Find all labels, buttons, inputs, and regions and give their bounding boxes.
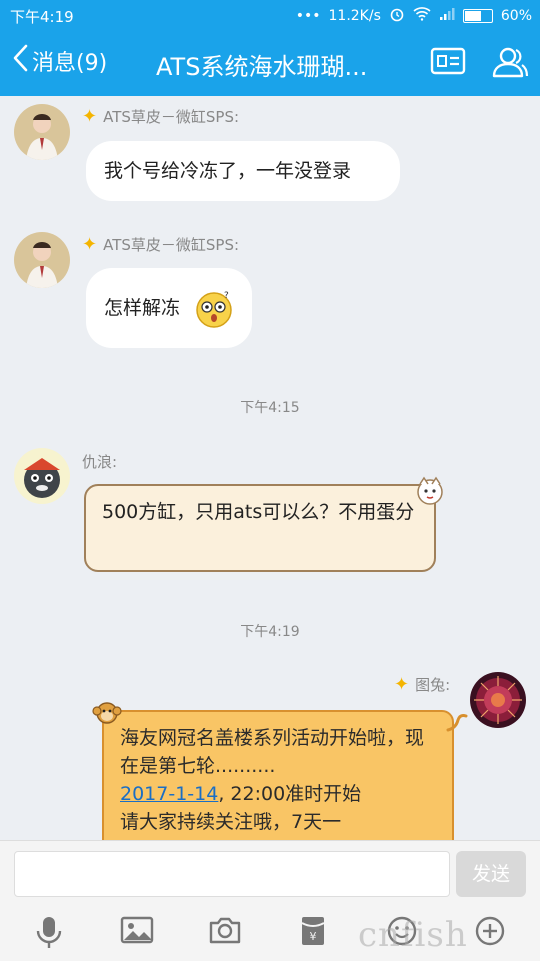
network-speed: 11.2K/s bbox=[328, 8, 381, 24]
image-icon[interactable] bbox=[120, 915, 154, 949]
message-text: 500方缸，只用ats可以么？不用蛋分 bbox=[102, 501, 415, 523]
chat-header: 消息(9) ATS系统海水珊瑚... bbox=[0, 30, 540, 96]
message-text: , 22:00准时开始 bbox=[218, 783, 362, 805]
message-text: 海友网冠名盖楼系列活动开始啦，现在是第七轮.......... bbox=[120, 727, 425, 777]
status-right: ••• 11.2K/s 60% bbox=[296, 6, 532, 26]
chat-title: ATS系统海水珊瑚... bbox=[156, 53, 368, 81]
cat-sticker-icon bbox=[412, 474, 448, 514]
message-text: 我个号给冷冻了，一年没登录 bbox=[104, 160, 352, 182]
red-packet-icon[interactable]: ¥ bbox=[300, 915, 326, 951]
svg-text:?: ? bbox=[224, 291, 229, 301]
message-bubble[interactable]: 海友网冠名盖楼系列活动开始啦，现在是第七轮.......... 2017-1-1… bbox=[102, 710, 454, 860]
surprised-emoji-icon: ? bbox=[194, 290, 234, 338]
back-label: 消息(9) bbox=[32, 51, 108, 76]
alarm-icon bbox=[389, 6, 405, 26]
chevron-left-icon bbox=[12, 44, 32, 78]
tail-sticker-icon bbox=[446, 712, 468, 738]
camera-icon[interactable] bbox=[208, 915, 242, 949]
message-input[interactable] bbox=[14, 851, 450, 897]
message-text-line: 2017-1-14, 22:00准时开始 bbox=[120, 780, 436, 808]
sender-name: 仇浪: bbox=[82, 453, 118, 471]
avatar-qiulang[interactable] bbox=[14, 448, 70, 504]
message-text: 请大家持续关注哦，7天一 bbox=[120, 811, 342, 833]
message-text: 怎样解冻 bbox=[104, 297, 181, 319]
watermark: cnfish bbox=[358, 915, 468, 955]
star-badge-icon: ✦ bbox=[82, 105, 98, 127]
message-bubble[interactable]: 我个号给冷冻了，一年没登录 bbox=[86, 141, 400, 201]
timestamp: 下午4:19 bbox=[240, 624, 300, 640]
back-button[interactable]: 消息(9) bbox=[12, 44, 107, 78]
avatar-self[interactable] bbox=[470, 672, 526, 728]
timestamp: 下午4:15 bbox=[240, 400, 300, 416]
sender-name: ✦ ATS草皮－微缸SPS: bbox=[82, 233, 240, 255]
group-members-icon[interactable] bbox=[490, 45, 530, 83]
star-badge-icon: ✦ bbox=[394, 673, 410, 695]
monkey-sticker-icon bbox=[92, 698, 122, 732]
wifi-icon bbox=[413, 7, 431, 25]
battery-percent: 60% bbox=[500, 8, 532, 24]
signal-icon bbox=[439, 7, 455, 25]
date-link[interactable]: 2017-1-14 bbox=[120, 783, 218, 805]
sender-name: ✦ ATS草皮－微缸SPS: bbox=[82, 105, 240, 127]
microphone-icon[interactable] bbox=[34, 915, 64, 953]
sender-name: ✦ 图兔: bbox=[394, 673, 451, 695]
svg-text:¥: ¥ bbox=[310, 930, 317, 943]
star-badge-icon: ✦ bbox=[82, 233, 98, 255]
plus-icon[interactable] bbox=[474, 915, 506, 951]
send-button[interactable]: 发送 bbox=[456, 851, 526, 897]
status-bar: 下午4:19 ••• 11.2K/s 60% bbox=[0, 0, 540, 30]
avatar-ats[interactable] bbox=[14, 232, 70, 288]
battery-icon bbox=[462, 9, 493, 23]
status-time: 下午4:19 bbox=[10, 8, 74, 26]
message-bubble[interactable]: 500方缸，只用ats可以么？不用蛋分 bbox=[84, 484, 436, 572]
avatar-ats[interactable] bbox=[14, 104, 70, 160]
status-dots: ••• bbox=[295, 8, 321, 24]
message-bubble[interactable]: 怎样解冻 ? bbox=[86, 268, 252, 348]
id-card-icon[interactable] bbox=[430, 45, 466, 81]
